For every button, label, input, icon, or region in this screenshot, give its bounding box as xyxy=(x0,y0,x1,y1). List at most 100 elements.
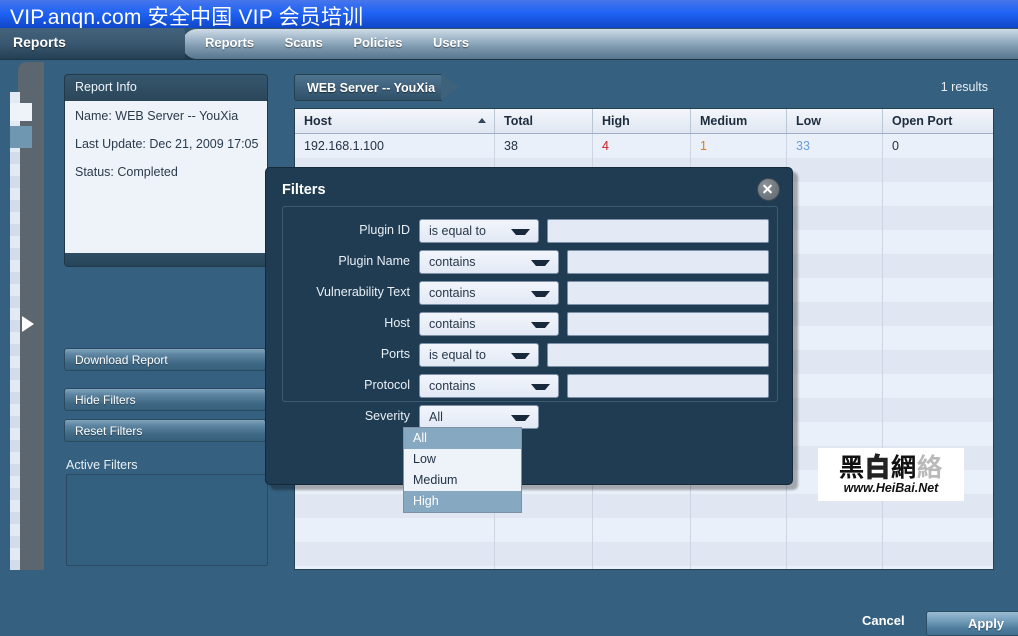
navigation-bar: Reports xyxy=(0,28,1018,61)
empty-cell xyxy=(883,206,993,230)
filter-label-ports: Ports xyxy=(283,347,410,361)
filter-operator-select-protocol[interactable]: contains xyxy=(419,374,559,398)
tab-scans[interactable]: Scans xyxy=(285,35,323,50)
cell-high: 4 xyxy=(593,134,691,158)
nav-section-title: Reports xyxy=(0,28,185,59)
cell-total: 38 xyxy=(495,134,593,158)
sort-ascending-icon xyxy=(478,118,486,123)
filter-operator-select-host[interactable]: contains xyxy=(419,312,559,336)
filter-operator-select-ports[interactable]: is equal to xyxy=(419,343,539,367)
site-banner: VIP.anqn.com 安全中国 VIP 会员培训 xyxy=(0,0,1018,28)
filter-operator-select-vulnerability-text[interactable]: contains xyxy=(419,281,559,305)
filter-row: Severity All xyxy=(283,405,779,429)
empty-cell xyxy=(883,350,993,374)
column-header-total[interactable]: Total xyxy=(495,109,593,133)
empty-cell xyxy=(495,518,593,542)
empty-cell xyxy=(691,566,787,570)
cell-host: 192.168.1.100 xyxy=(295,134,495,158)
filter-label-protocol: Protocol xyxy=(283,378,410,392)
active-filters-box xyxy=(66,474,268,566)
empty-cell xyxy=(787,518,883,542)
collapsed-panel-chip-top xyxy=(10,103,32,121)
tab-policies[interactable]: Policies xyxy=(353,35,402,50)
chevron-down-icon xyxy=(531,384,550,394)
filter-row: Vulnerability Text contains xyxy=(283,281,779,305)
table-row[interactable]: 192.168.1.100 38 4 1 33 0 xyxy=(295,134,993,158)
empty-cell xyxy=(883,542,993,566)
filter-value-field-plugin-name[interactable] xyxy=(567,250,769,274)
filter-value-field-host[interactable] xyxy=(567,312,769,336)
filter-operator-select-plugin-name[interactable]: contains xyxy=(419,250,559,274)
filter-label-vulnerability-text: Vulnerability Text xyxy=(283,285,410,299)
hide-filters-button[interactable]: Hide Filters xyxy=(64,388,266,411)
cancel-button[interactable]: Cancel xyxy=(862,613,905,628)
report-info-header: Report Info xyxy=(64,74,268,101)
empty-cell xyxy=(787,158,883,182)
watermark-url: www.HeiBai.Net xyxy=(844,481,939,495)
column-header-low[interactable]: Low xyxy=(787,109,883,133)
severity-option-all[interactable]: All xyxy=(404,428,521,449)
severity-option-low[interactable]: Low xyxy=(404,449,521,470)
empty-cell xyxy=(787,374,883,398)
report-info-footer xyxy=(64,253,268,267)
close-icon[interactable] xyxy=(757,178,780,201)
severity-dropdown-list[interactable]: AllLowMediumHigh xyxy=(403,427,522,513)
filter-value-field-vulnerability-text[interactable] xyxy=(567,281,769,305)
filter-row: Protocol contains xyxy=(283,374,779,398)
empty-cell xyxy=(787,182,883,206)
apply-button[interactable]: Apply xyxy=(926,611,1018,636)
empty-cell xyxy=(883,374,993,398)
results-count: 1 results xyxy=(941,80,988,94)
expand-panel-arrow-icon[interactable] xyxy=(22,316,34,332)
empty-cell xyxy=(691,518,787,542)
filter-row: Plugin IDis equal to xyxy=(283,219,779,243)
left-sidebar: Report Info Name: WEB Server -- YouXia L… xyxy=(64,74,268,574)
filter-operator-select-plugin-id[interactable]: is equal to xyxy=(419,219,539,243)
filter-value-field-protocol[interactable] xyxy=(567,374,769,398)
column-header-open-port[interactable]: Open Port xyxy=(883,109,993,133)
reset-filters-button[interactable]: Reset Filters xyxy=(64,419,266,442)
filter-value-input[interactable] xyxy=(568,313,768,335)
filter-value-input[interactable] xyxy=(568,282,768,304)
filter-value-input[interactable] xyxy=(568,251,768,273)
chevron-down-icon xyxy=(531,322,550,332)
filter-label-plugin-name: Plugin Name xyxy=(283,254,410,268)
chevron-down-icon xyxy=(531,291,550,301)
wm-char-3: 網 xyxy=(891,453,917,482)
chevron-down-icon xyxy=(531,260,550,270)
column-header-host[interactable]: Host xyxy=(295,109,495,133)
filter-value-field-plugin-id[interactable] xyxy=(547,219,769,243)
filter-value-input[interactable] xyxy=(568,375,768,397)
empty-cell xyxy=(787,350,883,374)
column-header-high[interactable]: High xyxy=(593,109,691,133)
empty-cell xyxy=(787,398,883,422)
column-header-medium[interactable]: Medium xyxy=(691,109,787,133)
filter-value-input[interactable] xyxy=(548,344,768,366)
severity-option-high[interactable]: High xyxy=(404,491,521,512)
empty-cell xyxy=(883,182,993,206)
download-report-button[interactable]: Download Report xyxy=(64,348,266,371)
empty-cell xyxy=(787,254,883,278)
filter-value-field-ports[interactable] xyxy=(547,343,769,367)
cell-low: 33 xyxy=(787,134,883,158)
breadcrumb-label: WEB Server -- YouXia xyxy=(295,75,442,95)
filter-operator-select-severity[interactable]: All xyxy=(419,405,539,429)
empty-cell xyxy=(787,230,883,254)
report-info-title: Report Info xyxy=(65,75,267,94)
filter-row: Ports is equal to xyxy=(283,343,779,367)
empty-cell xyxy=(593,494,691,518)
apply-button-label: Apply xyxy=(927,612,1018,631)
watermark-chinese: 黑白網絡 xyxy=(839,455,943,481)
hide-filters-label: Hide Filters xyxy=(65,389,265,407)
tab-users[interactable]: Users xyxy=(433,35,469,50)
empty-cell xyxy=(787,206,883,230)
column-label-host: Host xyxy=(304,114,332,128)
empty-cell xyxy=(495,542,593,566)
table-header-row: Host Total High Medium Low Open Port xyxy=(295,109,993,134)
severity-option-medium[interactable]: Medium xyxy=(404,470,521,491)
report-name: Name: WEB Server -- YouXia xyxy=(75,109,267,123)
filter-label-severity: Severity xyxy=(283,409,410,423)
tab-reports[interactable]: Reports xyxy=(205,35,254,50)
filter-value-input[interactable] xyxy=(548,220,768,242)
empty-cell xyxy=(787,542,883,566)
